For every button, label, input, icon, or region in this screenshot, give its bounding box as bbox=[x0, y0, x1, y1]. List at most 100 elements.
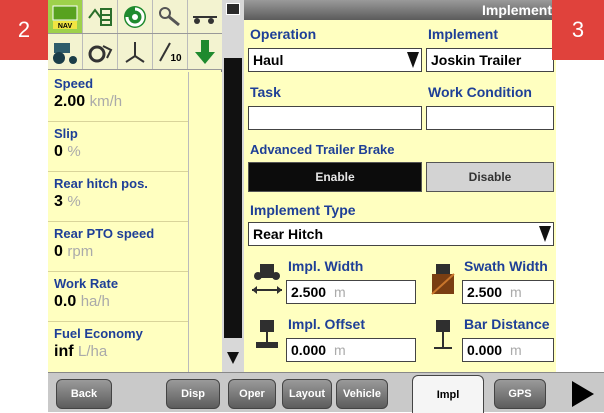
readout-rear-pto[interactable]: Rear PTO speed 0 rpm bbox=[48, 222, 188, 272]
swath-width-icon bbox=[431, 264, 455, 295]
nav-icon: NAV bbox=[52, 5, 78, 30]
pto-10-icon[interactable]: 10 bbox=[153, 34, 188, 69]
readout-fuel-economy[interactable]: Fuel Economy inf L/ha bbox=[48, 322, 188, 372]
chevron-down-icon bbox=[539, 226, 551, 242]
impl-width-unit: m bbox=[334, 284, 346, 300]
scroll-column bbox=[222, 0, 244, 372]
wheel-icon bbox=[88, 44, 113, 62]
readout-value: 0.0 ha/h bbox=[54, 293, 110, 310]
left-panel-strip bbox=[188, 72, 222, 372]
impl-offset-field[interactable]: 0.000 m bbox=[286, 338, 416, 362]
icon-toolbar-top: NAV bbox=[48, 0, 222, 34]
readout-speed[interactable]: Speed 2.00 km/h bbox=[48, 72, 188, 122]
tab-layout[interactable]: Layout bbox=[282, 379, 332, 409]
page-title: Implement bbox=[244, 0, 604, 20]
pto-10-icon: 10 bbox=[159, 42, 182, 64]
chevron-down-icon bbox=[407, 52, 419, 68]
readout-value: 3 % bbox=[54, 193, 81, 210]
bar-distance-field[interactable]: 0.000 m bbox=[462, 338, 554, 362]
bar-distance-label: Bar Distance bbox=[464, 316, 550, 332]
operation-value: Haul bbox=[253, 52, 284, 68]
readout-slip[interactable]: Slip 0 % bbox=[48, 122, 188, 172]
scroll-down-arrow-icon[interactable] bbox=[227, 352, 239, 364]
implement-value: Joskin Trailer bbox=[431, 52, 522, 68]
tab-disp[interactable]: Disp bbox=[166, 379, 220, 409]
swath-width-value: 2.500 bbox=[467, 284, 503, 300]
impl-offset-unit: m bbox=[334, 342, 346, 358]
implement-label: Implement bbox=[428, 26, 499, 42]
window-icon[interactable] bbox=[226, 3, 240, 15]
task-label: Task bbox=[250, 84, 281, 100]
implement-screen: NAV 10 Speed 2.00 km/h Slip 0 % Rear hit… bbox=[0, 0, 604, 413]
tab-impl[interactable]: Impl bbox=[412, 375, 484, 413]
work-condition-field[interactable] bbox=[426, 106, 554, 130]
readout-label: Rear PTO speed bbox=[54, 226, 155, 241]
readout-label: Speed bbox=[54, 76, 94, 91]
trailer-brake-label: Advanced Trailer Brake bbox=[250, 142, 395, 157]
enable-button[interactable]: Enable bbox=[248, 162, 422, 192]
circle-swirl-icon[interactable] bbox=[118, 0, 153, 33]
bar-distance-unit: m bbox=[510, 342, 522, 358]
status-panel: NAV 10 Speed 2.00 km/h Slip 0 % Rear hit… bbox=[48, 0, 222, 372]
bar-distance-icon bbox=[434, 320, 452, 349]
next-arrow-icon[interactable] bbox=[566, 379, 596, 409]
readout-value: inf L/ha bbox=[54, 343, 108, 360]
readout-label: Rear hitch pos. bbox=[54, 176, 148, 191]
readout-label: Work Rate bbox=[54, 276, 119, 291]
tab-vehicle[interactable]: Vehicle bbox=[336, 379, 388, 409]
implement-panel: Implement Operation Haul Implement Joski… bbox=[244, 0, 604, 372]
swath-width-field[interactable]: 2.500 m bbox=[462, 280, 554, 304]
tab-oper[interactable]: Oper bbox=[228, 379, 276, 409]
icon-toolbar-bottom: 10 bbox=[48, 34, 222, 70]
readout-list: Speed 2.00 km/h Slip 0 % Rear hitch pos.… bbox=[48, 72, 188, 372]
grid-icon bbox=[88, 7, 112, 26]
tab-gps[interactable]: GPS bbox=[494, 379, 546, 409]
operation-dropdown[interactable]: Haul bbox=[248, 48, 422, 72]
work-condition-label: Work Condition bbox=[428, 84, 532, 100]
tool-icon bbox=[159, 6, 180, 26]
impl-offset-icon bbox=[256, 320, 278, 348]
down-arrow-icon bbox=[195, 39, 215, 64]
rake-icon[interactable] bbox=[188, 0, 222, 33]
impl-offset-label: Impl. Offset bbox=[288, 316, 366, 332]
impl-offset-value: 0.000 bbox=[291, 342, 327, 358]
sprayer-icon bbox=[125, 41, 145, 63]
nav-icon[interactable]: NAV bbox=[48, 0, 83, 33]
down-arrow-icon[interactable] bbox=[188, 34, 222, 69]
svg-text:10: 10 bbox=[170, 53, 182, 64]
scrollbar-track[interactable] bbox=[224, 58, 242, 338]
swath-width-label: Swath Width bbox=[464, 258, 548, 274]
svg-text:NAV: NAV bbox=[58, 23, 73, 30]
tool-icon[interactable] bbox=[153, 0, 188, 33]
rake-icon bbox=[193, 15, 217, 24]
readout-value: 0 % bbox=[54, 143, 81, 160]
wheel-icon[interactable] bbox=[83, 34, 118, 69]
impl-width-field[interactable]: 2.500 m bbox=[286, 280, 416, 304]
readout-label: Slip bbox=[54, 126, 78, 141]
bar-distance-value: 0.000 bbox=[467, 342, 503, 358]
operation-label: Operation bbox=[250, 26, 317, 42]
readout-work-rate[interactable]: Work Rate 0.0 ha/h bbox=[48, 272, 188, 322]
right-number-badge: 3 bbox=[552, 0, 604, 60]
implement-type-value: Rear Hitch bbox=[253, 226, 324, 242]
sprayer-icon[interactable] bbox=[118, 34, 153, 69]
readout-value: 0 rpm bbox=[54, 243, 94, 260]
disable-button[interactable]: Disable bbox=[426, 162, 554, 192]
readout-rear-hitch[interactable]: Rear hitch pos. 3 % bbox=[48, 172, 188, 222]
tractor-icon[interactable] bbox=[48, 34, 83, 69]
implement-field[interactable]: Joskin Trailer bbox=[426, 48, 554, 72]
task-field[interactable] bbox=[248, 106, 422, 130]
circle-swirl-icon bbox=[124, 5, 146, 28]
impl-width-icon bbox=[252, 264, 282, 294]
readout-label: Fuel Economy bbox=[54, 326, 143, 341]
impl-width-label: Impl. Width bbox=[288, 258, 364, 274]
implement-type-dropdown[interactable]: Rear Hitch bbox=[248, 222, 554, 246]
implement-type-label: Implement Type bbox=[250, 202, 356, 218]
left-number-badge: 2 bbox=[0, 0, 48, 60]
tractor-icon bbox=[53, 42, 77, 64]
grid-icon[interactable] bbox=[83, 0, 118, 33]
back-button[interactable]: Back bbox=[56, 379, 112, 409]
impl-width-value: 2.500 bbox=[291, 284, 327, 300]
swath-width-unit: m bbox=[510, 284, 522, 300]
bottom-tab-bar: Back Disp Oper Layout Vehicle Impl GPS bbox=[48, 372, 604, 413]
